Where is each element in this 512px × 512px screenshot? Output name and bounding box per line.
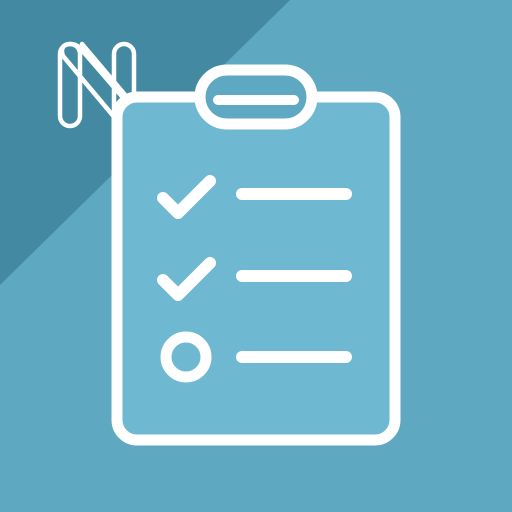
clipboard-board xyxy=(111,91,401,446)
app-icon xyxy=(0,0,512,512)
app-icon-graphic xyxy=(0,0,512,512)
clipboard xyxy=(111,64,401,446)
